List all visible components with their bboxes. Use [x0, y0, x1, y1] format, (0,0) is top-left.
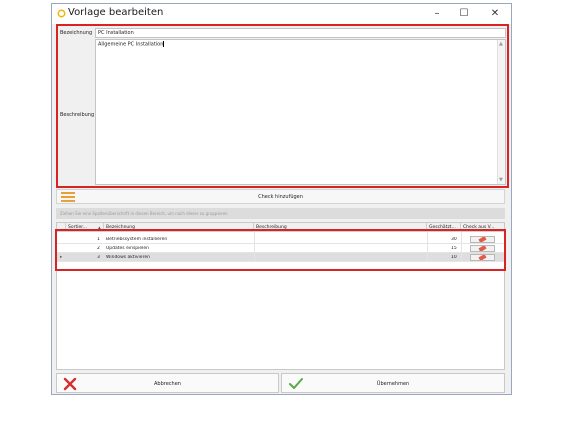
- row-indicator-icon: ▸: [60, 255, 63, 260]
- group-panel-text: Ziehen Sie eine Spaltenüberschrift in di…: [60, 211, 228, 216]
- checks-grid: Sortier... ▲ Bezeichnung Beschreibung Ge…: [55, 222, 506, 370]
- table-row-selected[interactable]: ▸ 3 Windows aktivieren 10: [57, 253, 504, 262]
- beschreibung-label: Beschreibung: [60, 112, 95, 118]
- grid-separator: [461, 232, 462, 262]
- eraser-button[interactable]: [470, 236, 495, 243]
- eraser-button[interactable]: [470, 245, 495, 252]
- beschreibung-textarea[interactable]: Allgemeine PC Installation ▲ ▼: [95, 39, 506, 185]
- row-estimate: 10: [451, 255, 457, 260]
- template-icon: [57, 9, 66, 18]
- maximize-button[interactable]: ☐: [451, 4, 477, 24]
- dialog-window: Vorlage bearbeiten – ☐ ✕ Bezeichnung PC …: [51, 3, 512, 395]
- add-check-button[interactable]: Check hinzufügen: [56, 189, 505, 204]
- bezeichnung-input[interactable]: PC Installation: [95, 28, 506, 38]
- eraser-icon: [478, 246, 487, 251]
- row-sort: 1: [97, 237, 100, 242]
- row-sort: 2: [97, 246, 100, 251]
- form-highlight: Bezeichnung PC Installation Beschreibung…: [56, 24, 509, 188]
- add-check-label: Check hinzufügen: [258, 194, 303, 200]
- bezeichnung-value: PC Installation: [98, 30, 134, 36]
- row-name: Updates einspielen: [106, 246, 150, 251]
- close-button[interactable]: ✕: [482, 4, 508, 24]
- row-name: Windows aktivieren: [106, 255, 150, 260]
- table-row[interactable]: 1 Betriebssystem installieren 30: [57, 235, 504, 244]
- window-title: Vorlage bearbeiten: [68, 7, 164, 18]
- eraser-button[interactable]: [470, 254, 495, 261]
- text-caret: [163, 41, 165, 47]
- eraser-icon: [478, 255, 487, 260]
- cancel-button[interactable]: Abbrechen: [56, 373, 279, 393]
- textarea-scrollbar[interactable]: ▲ ▼: [497, 40, 505, 184]
- grid-separator: [427, 232, 428, 262]
- accept-label: Übernehmen: [376, 381, 410, 387]
- scroll-up-icon[interactable]: ▲: [499, 41, 503, 47]
- scroll-down-icon[interactable]: ▼: [499, 177, 503, 183]
- minimize-button[interactable]: –: [424, 4, 450, 24]
- eraser-icon: [478, 237, 487, 242]
- row-estimate: 15: [451, 246, 457, 251]
- row-name: Betriebssystem installieren: [106, 237, 168, 242]
- row-estimate: 30: [451, 237, 457, 242]
- cancel-label: Abbrechen: [154, 381, 181, 387]
- grid-separator: [254, 232, 255, 262]
- beschreibung-value: Allgemeine PC Installation: [98, 41, 164, 48]
- title-bar: Vorlage bearbeiten – ☐ ✕: [52, 4, 511, 24]
- bezeichnung-label: Bezeichnung: [60, 30, 93, 36]
- group-panel[interactable]: Ziehen Sie eine Spaltenüberschrift in di…: [56, 208, 505, 219]
- table-row[interactable]: 2 Updates einspielen 15: [57, 244, 504, 253]
- accept-button[interactable]: Übernehmen: [281, 373, 505, 393]
- row-sort: 3: [97, 255, 100, 260]
